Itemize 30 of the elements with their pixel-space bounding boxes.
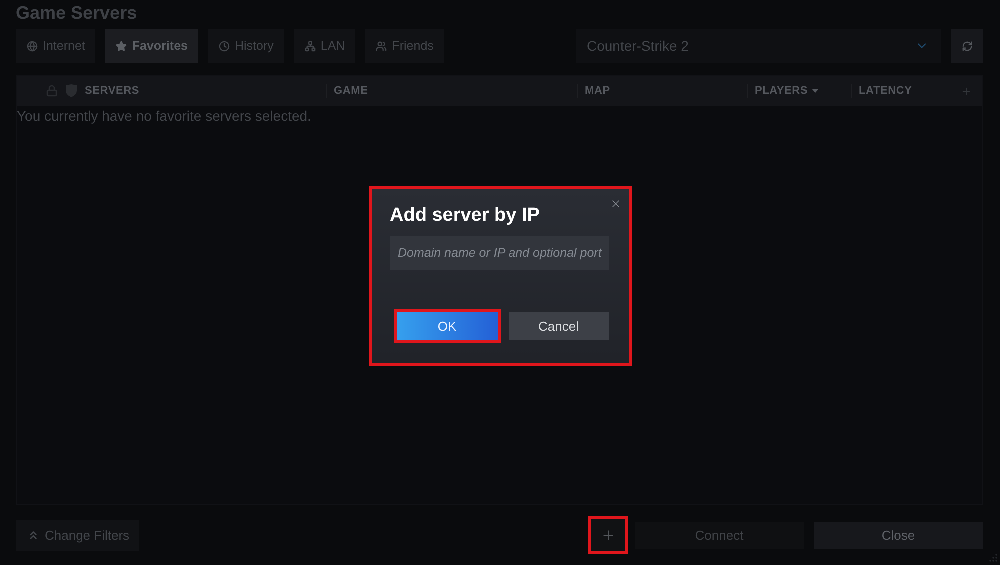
column-header[interactable]: PLAYERS <box>755 85 820 97</box>
users-icon <box>376 40 388 52</box>
column-header[interactable]: LATENCY <box>859 85 912 97</box>
window-title: Game Servers <box>16 2 138 25</box>
empty-message: You currently have no favorite servers selected. <box>17 107 312 124</box>
close-button[interactable]: Close <box>814 522 983 548</box>
plus-icon[interactable] <box>961 86 972 96</box>
plus-icon <box>600 528 616 542</box>
ok-button[interactable]: OK <box>397 312 498 340</box>
input-field[interactable]: Domain name or IP and optional port <box>390 236 609 270</box>
network-icon <box>304 40 316 52</box>
cancel-button[interactable]: Cancel <box>508 312 609 340</box>
clock-icon <box>218 40 230 52</box>
close-icon <box>610 198 622 210</box>
lock-icon <box>46 85 58 97</box>
globe-icon <box>27 40 38 52</box>
column-header[interactable]: GAME <box>334 85 368 97</box>
star-icon <box>116 40 128 52</box>
shield-icon <box>65 84 78 98</box>
game-dropdown[interactable]: Counter-Strike 2 <box>576 29 941 63</box>
add-server-button[interactable] <box>591 519 625 551</box>
refresh-icon <box>962 40 972 52</box>
tab[interactable]: Favorites <box>105 29 198 63</box>
close-button[interactable] <box>610 198 622 210</box>
column-header[interactable]: MAP <box>585 85 610 97</box>
refresh-button[interactable] <box>951 29 983 63</box>
column-header[interactable]: SERVERS <box>85 85 140 97</box>
dialog-title: Add server by IP <box>390 205 541 227</box>
resize-grip-icon[interactable] <box>988 553 998 563</box>
double-chevron-up-icon <box>27 528 40 542</box>
